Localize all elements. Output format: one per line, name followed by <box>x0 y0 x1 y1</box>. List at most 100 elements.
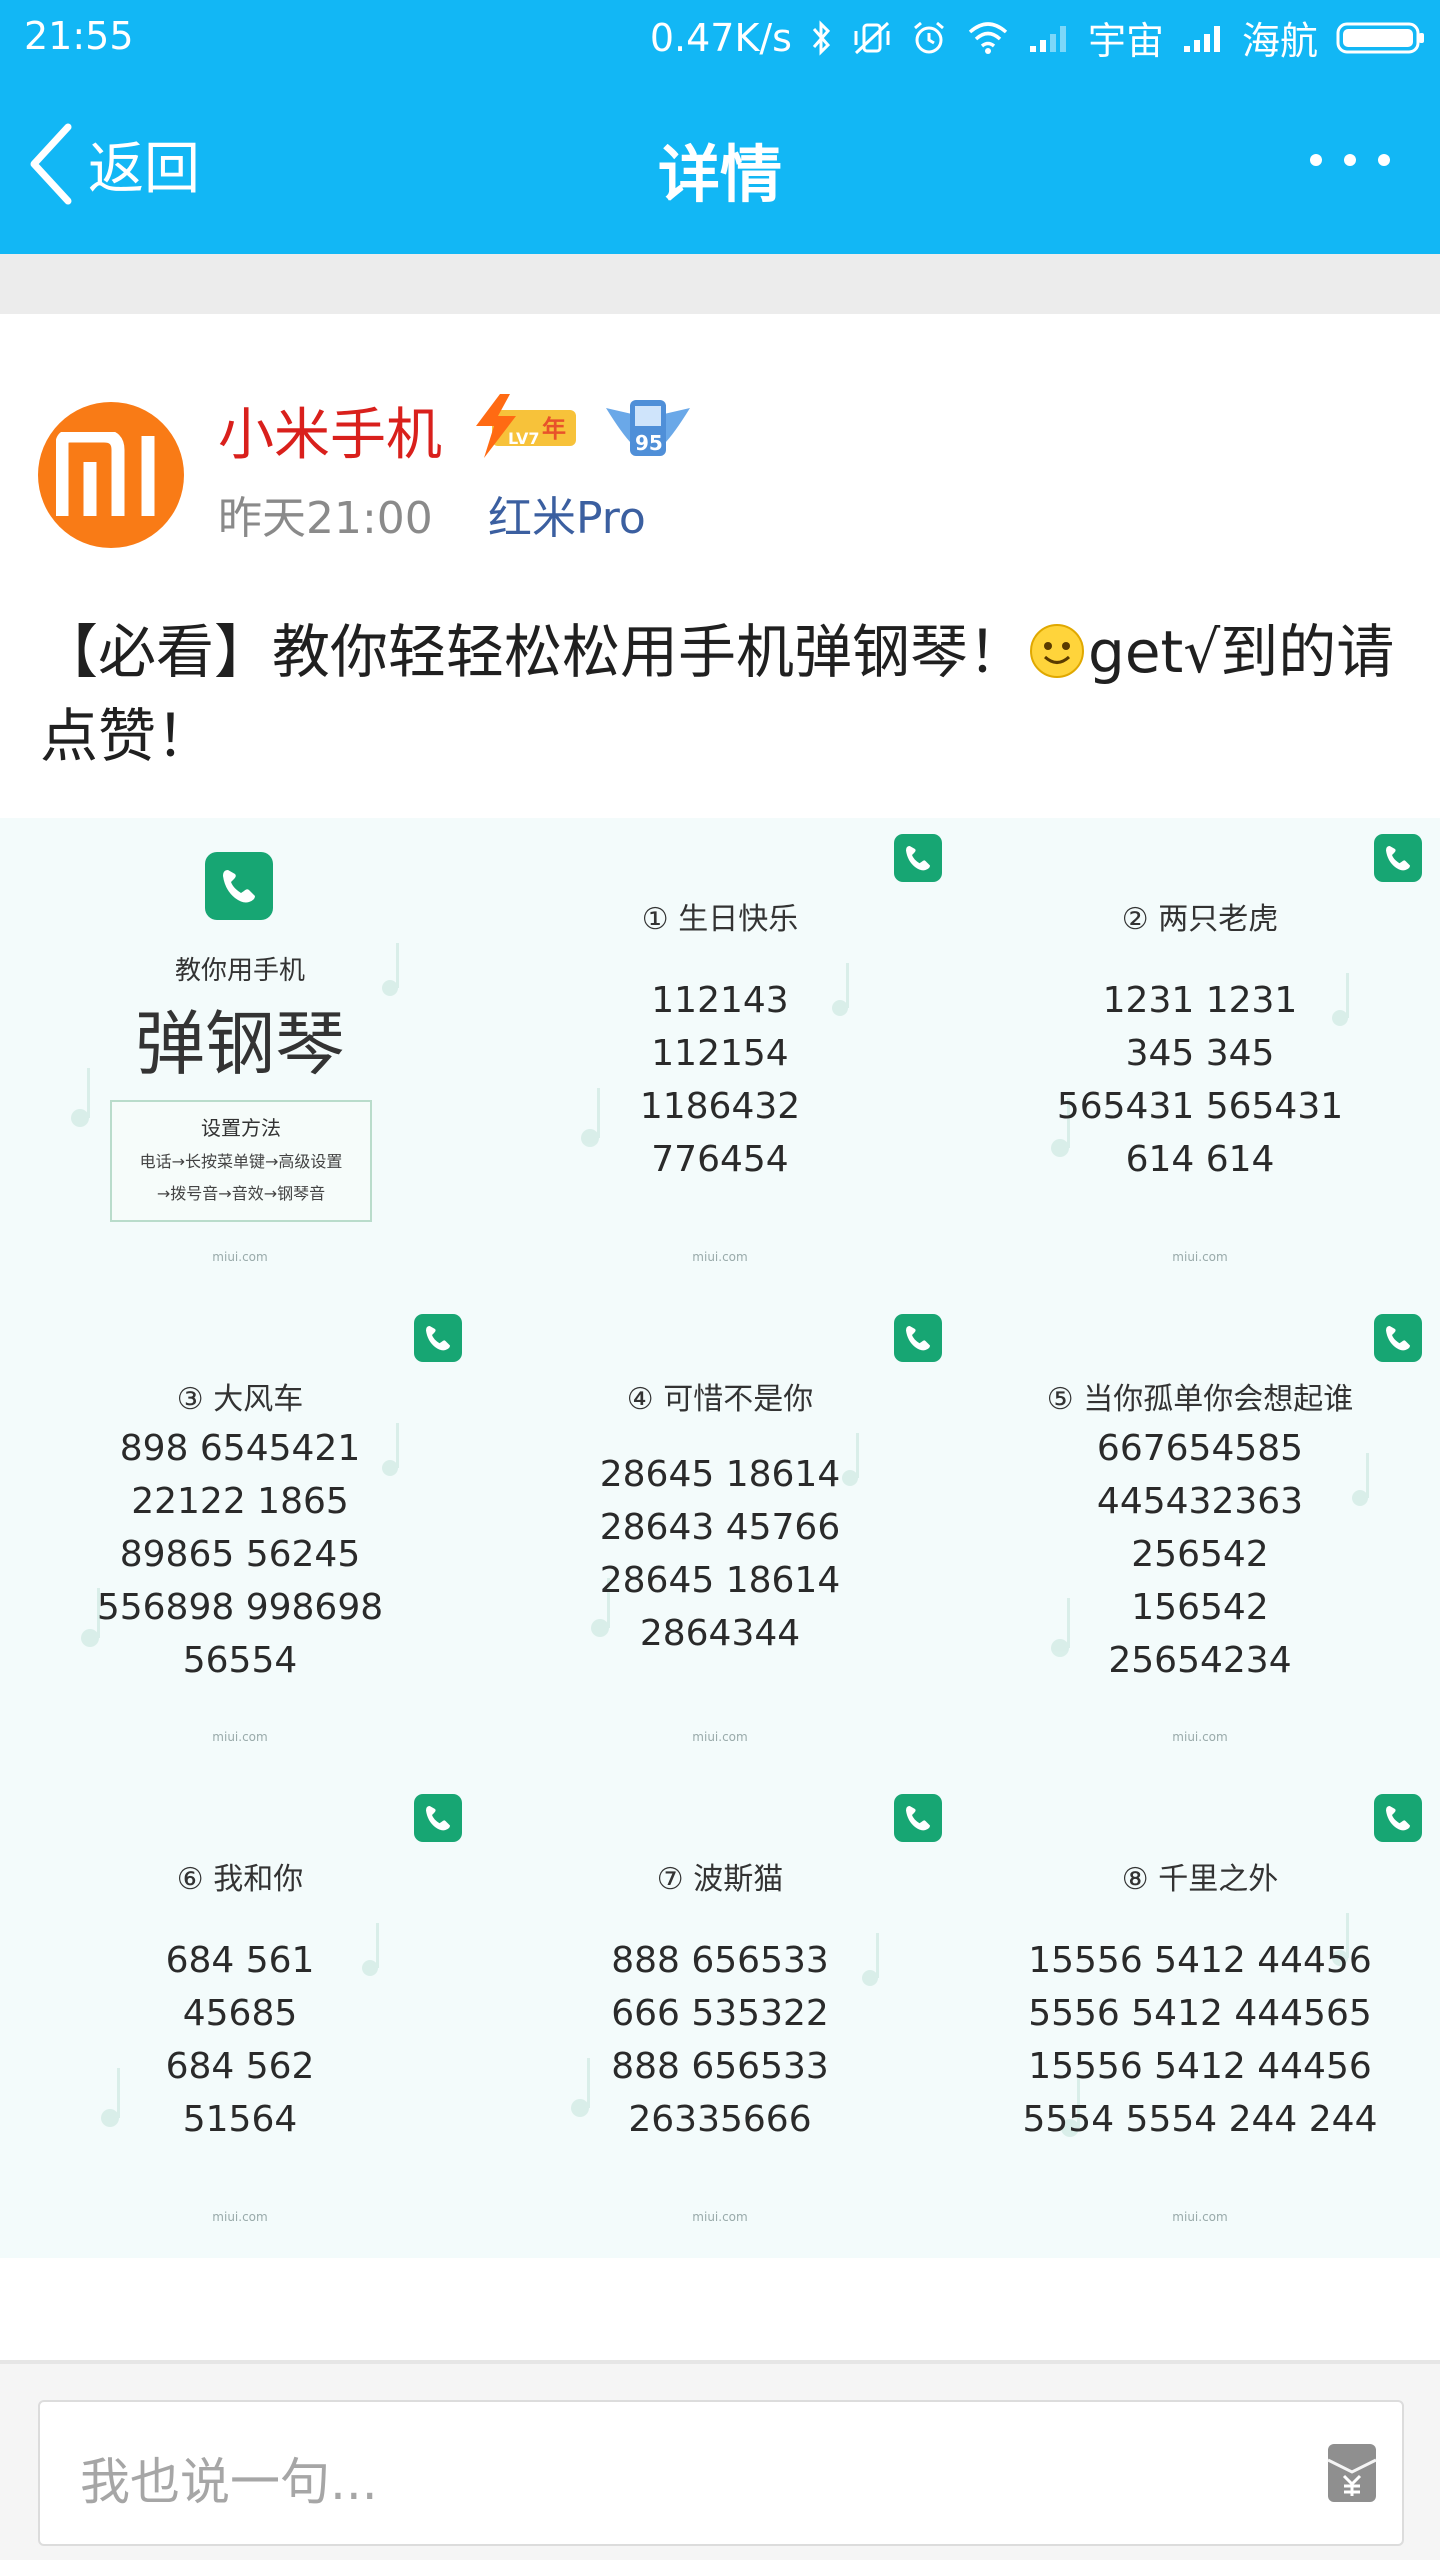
mute-vibrate-icon <box>852 19 892 57</box>
setup-title: 设置方法 <box>201 1116 281 1140</box>
song-notes-line: 1231 1231 <box>1102 980 1298 1021</box>
song-notes-line: 684 561 <box>165 1940 315 1981</box>
battery-icon <box>1336 20 1426 56</box>
setup-instructions: 设置方法 电话→长按菜单键→高级设置 →拨号音→音效→钢琴音 <box>110 1100 372 1222</box>
image-footer: miui.com <box>692 1250 748 1264</box>
song-title: ⑤ 当你孤单你会想起谁 <box>1046 1382 1354 1417</box>
phone-icon <box>205 852 273 920</box>
song-title: ⑦ 波斯猫 <box>656 1862 784 1897</box>
song-notes-line: 666 535322 <box>611 1993 829 2034</box>
comment-placeholder: 我也说一句... <box>80 2453 378 2511</box>
song-notes-line: 445432363 <box>1096 1481 1304 1522</box>
alarm-icon <box>910 19 948 57</box>
more-dot-icon <box>1344 154 1356 166</box>
song-notes: 667654585 445432363 256542 156542 256542… <box>960 1422 1440 1687</box>
nav-bar: 返回 详情 <box>0 74 1440 254</box>
song-notes-line: 5556 5412 444565 <box>1028 1993 1372 2034</box>
song-notes-line: 51564 <box>182 2099 298 2140</box>
song-notes-line: 345 345 <box>1125 1033 1275 1074</box>
network-speed: 0.47K/s <box>649 15 792 60</box>
image-footer: miui.com <box>692 2210 748 2224</box>
image-footer: miui.com <box>692 1730 748 1744</box>
song-notes: 684 561 45685 684 562 51564 <box>0 1934 480 2146</box>
song-title: ③ 大风车 <box>176 1382 304 1417</box>
phone-icon <box>894 1314 942 1362</box>
image-song-7[interactable]: ⑦ 波斯猫 888 656533 666 535322 888 656533 2… <box>480 1778 960 2258</box>
song-notes-line: 112154 <box>651 1033 789 1074</box>
image-song-6[interactable]: ⑥ 我和你 684 561 45685 684 562 51564 miui.c… <box>0 1778 480 2258</box>
song-notes-line: 112143 <box>651 980 789 1021</box>
post-device[interactable]: 红米Pro <box>488 482 646 546</box>
song-notes: 28645 18614 28643 45766 28645 18614 2864… <box>480 1448 960 1660</box>
song-notes-line: 25654234 <box>1108 1640 1292 1681</box>
comment-input[interactable]: 我也说一句... <box>38 2400 1404 2546</box>
image-song-4[interactable]: ④ 可惜不是你 28645 18614 28643 45766 28645 18… <box>480 1298 960 1778</box>
phone-icon <box>1374 834 1422 882</box>
song-title: ⑧ 千里之外 <box>1121 1862 1279 1897</box>
wing-badge: 95 <box>602 394 694 464</box>
image-song-3[interactable]: ③ 大风车 898 6545421 22122 1865 89865 56245… <box>0 1298 480 1778</box>
image-cover[interactable]: 教你用手机 弹钢琴 设置方法 电话→长按菜单键→高级设置 →拨号音→音效→钢琴音… <box>0 818 480 1298</box>
carrier-1: 宇宙 <box>1087 19 1164 63</box>
wing-badge-text: 95 <box>635 431 663 455</box>
red-packet-icon[interactable] <box>1322 2440 1382 2510</box>
phone-icon <box>1374 1314 1422 1362</box>
song-title: ⑥ 我和你 <box>176 1862 304 1897</box>
phone-icon <box>1374 1794 1422 1842</box>
song-notes-line: 28645 18614 <box>599 1454 841 1495</box>
avatar[interactable] <box>38 402 184 548</box>
image-song-5[interactable]: ⑤ 当你孤单你会想起谁 667654585 445432363 256542 1… <box>960 1298 1440 1778</box>
song-notes-line: 22122 1865 <box>131 1481 349 1522</box>
song-notes-line: 776454 <box>651 1139 789 1180</box>
song-notes: 1231 1231 345 345 565431 565431 614 614 <box>960 974 1440 1186</box>
image-song-1[interactable]: ① 生日快乐 112143 112154 1186432 776454 miui… <box>480 818 960 1298</box>
status-icons: 0.47K/s 宇宙 海航 <box>650 10 1426 65</box>
author-name[interactable]: 小米手机 <box>218 390 442 471</box>
status-bar: 21:55 0.47K/s 宇宙 海航 <box>0 0 1440 74</box>
page-title: 详情 <box>657 138 782 211</box>
post-time: 昨天21:00 <box>218 493 433 544</box>
post-text-part1: 【必看】教你轻轻松松用手机弹钢琴！ <box>40 618 1027 686</box>
image-footer: miui.com <box>1172 1250 1228 1264</box>
song-title: ② 两只老虎 <box>1121 902 1279 937</box>
post-text: 【必看】教你轻轻松松用手机弹钢琴！ get√到的请点赞！ <box>40 610 1410 778</box>
level-text: LV7 <box>508 429 540 448</box>
song-notes-line: 898 6545421 <box>119 1428 361 1469</box>
more-dot-icon <box>1378 154 1390 166</box>
song-notes-line: 556898 998698 <box>96 1587 384 1628</box>
signal-icon <box>1182 22 1224 54</box>
song-notes-line: 888 656533 <box>611 2046 829 2087</box>
more-options-button[interactable] <box>1310 154 1390 166</box>
setup-line-2: →拨号音→音效→钢琴音 <box>156 1184 326 1203</box>
song-notes-line: 667654585 <box>1096 1428 1304 1469</box>
image-song-8[interactable]: ⑧ 千里之外 15556 5412 44456 5556 5412 444565… <box>960 1778 1440 2258</box>
song-title: ④ 可惜不是你 <box>626 1382 814 1417</box>
carrier-2: 海航 <box>1241 19 1318 63</box>
song-notes-line: 28645 18614 <box>599 1560 841 1601</box>
phone-icon <box>894 1794 942 1842</box>
image-footer: miui.com <box>212 2210 268 2224</box>
song-notes-line: 684 562 <box>165 2046 315 2087</box>
song-notes-line: 56554 <box>182 1640 298 1681</box>
level-badge: LV7 年 <box>470 392 580 464</box>
bluetooth-icon <box>810 19 834 57</box>
song-notes-line: 28643 45766 <box>599 1507 841 1548</box>
wifi-icon <box>966 20 1010 56</box>
song-notes-line: 15556 5412 44456 <box>1028 1940 1372 1981</box>
image-grid: 教你用手机 弹钢琴 设置方法 电话→长按菜单键→高级设置 →拨号音→音效→钢琴音… <box>0 818 1440 2258</box>
image-footer: miui.com <box>1172 1730 1228 1744</box>
year-text: 年 <box>542 415 566 443</box>
phone-icon <box>414 1794 462 1842</box>
comment-bar: 我也说一句... <box>0 2364 1440 2560</box>
song-notes-line: 1186432 <box>639 1086 801 1127</box>
song-notes-line: 5554 5554 244 244 <box>1022 2099 1378 2140</box>
signal-icon <box>1028 22 1070 54</box>
image-footer: miui.com <box>212 1250 268 1264</box>
more-dot-icon <box>1310 154 1322 166</box>
image-song-2[interactable]: ② 两只老虎 1231 1231 345 345 565431 565431 6… <box>960 818 1440 1298</box>
song-notes: 898 6545421 22122 1865 89865 56245 55689… <box>0 1422 480 1687</box>
phone-icon <box>894 834 942 882</box>
song-notes-line: 45685 <box>182 1993 298 2034</box>
cover-title: 弹钢琴 <box>135 1003 345 1085</box>
image-footer: miui.com <box>212 1730 268 1744</box>
